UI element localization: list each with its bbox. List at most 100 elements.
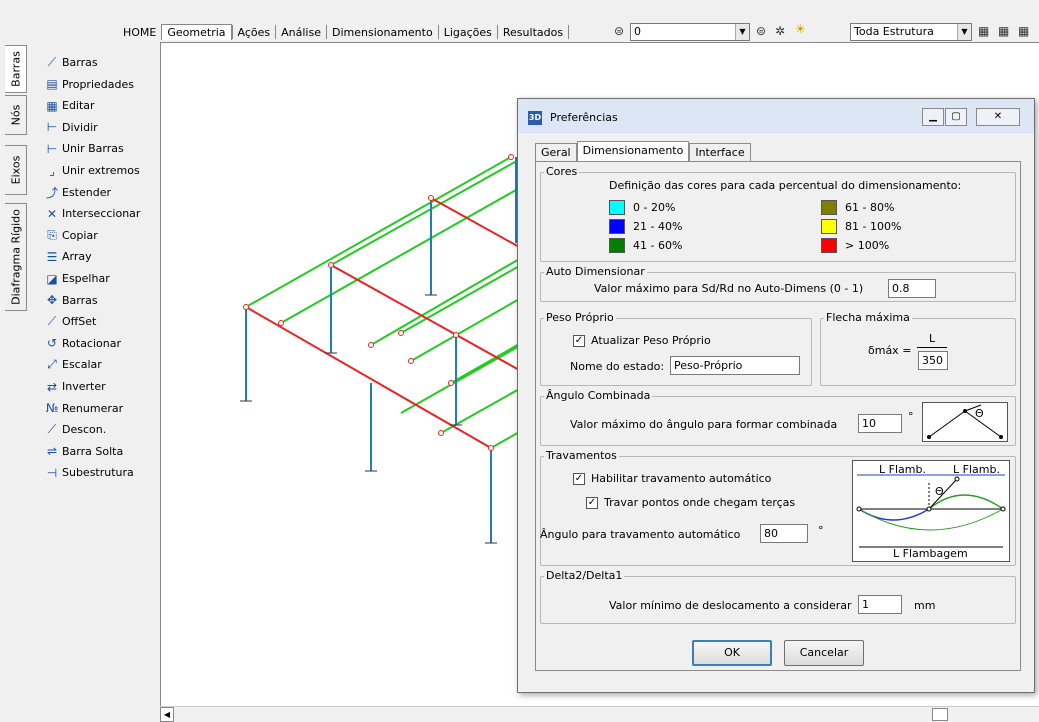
minimize-icon[interactable]: ▁ [922,108,944,126]
color-swatch[interactable] [609,200,625,215]
tool-label: Barras [62,293,98,307]
menu-geometria[interactable]: Geometria [161,24,232,40]
loose-bar-icon: ⇌ [46,444,58,459]
buckling-bottom-label: L Flambagem [893,547,968,560]
travar-tercas-checkbox[interactable]: ✓ [586,497,598,509]
dialog-titlebar[interactable]: 3D Preferências ▁ ▢ ✕ [518,99,1034,133]
tool-label: Barra Solta [62,444,124,458]
menu-resultados[interactable]: Resultados [498,26,568,39]
tool-item[interactable]: ⊣ Subestrutura [42,462,134,483]
tool-item[interactable]: ☰ Array [42,246,92,267]
maximize-icon[interactable]: ▢ [945,108,967,126]
fraction-numerator: L [929,332,936,345]
color-range-label: 81 - 100% [845,220,902,233]
menu-ligacoes[interactable]: Ligações [439,26,497,39]
cancel-button[interactable]: Cancelar [784,640,864,666]
side-tab-nos[interactable]: Nós [5,95,27,135]
tool-item[interactable]: ⊢ Dividir [42,117,98,138]
tool-item[interactable]: ⟋ Descon. [42,419,106,440]
side-tab-eixos[interactable]: Eixos [5,145,27,195]
menu-acoes[interactable]: Ações [233,26,276,39]
tool-item[interactable]: ⤴ Estender [42,182,111,203]
color-swatch[interactable] [821,238,837,253]
flecha-maxima-label: Flecha máxima [824,311,912,324]
tool-item[interactable]: ▤ Propriedades [42,74,134,95]
menu-separator [568,25,570,39]
color-swatch[interactable] [821,200,837,215]
angulo-max-input[interactable]: 10 [858,414,902,433]
tool-item[interactable]: ⇌ Barra Solta [42,441,123,462]
color-range-label: 21 - 40% [633,220,683,233]
layer-combo[interactable]: 0 ▼ [630,23,750,41]
layer-colors-icon[interactable]: ✲ [775,22,785,40]
tool-item[interactable]: ⤢ Escalar [42,354,102,375]
tool-item[interactable]: ◪ Espelhar [42,268,110,289]
tool-item[interactable]: ⇄ Inverter [42,376,106,397]
side-tab-barras[interactable]: Barras [5,45,27,93]
divide-icon: ⊢ [46,120,58,135]
horizontal-scrollbar[interactable]: ◀ [160,706,1039,722]
structure-combo[interactable]: Toda Estrutura ▼ [850,23,972,41]
angulo-figure: Θ [922,402,1008,442]
color-swatch[interactable] [821,219,837,234]
chevron-down-icon[interactable]: ▼ [957,24,971,40]
habilitar-travamento-checkbox[interactable]: ✓ [573,473,585,485]
travamento-angle-input[interactable]: 80 [760,524,808,543]
delta-min-label: Valor mínimo de deslocamento a considera… [609,599,852,612]
tool-label: Interseccionar [62,207,141,221]
move-bars-icon: ✥ [46,293,58,308]
tab-geral[interactable]: Geral [535,143,577,161]
chevron-down-icon[interactable]: ▼ [735,24,749,40]
menu-analise[interactable]: Análise [276,26,326,39]
view-structure-icon[interactable]: ▦ [998,22,1009,40]
tool-item[interactable]: ✥ Barras [42,290,98,311]
tool-item[interactable]: ⟋ OffSet [42,311,97,332]
flecha-denominator-input[interactable]: 350 [918,351,948,370]
side-tab-diafragma[interactable]: Diafragma Rígido [5,203,27,311]
menu-dimensionamento[interactable]: Dimensionamento [327,26,438,39]
auto-max-input[interactable]: 0.8 [888,279,936,298]
layer-manager-icon[interactable]: ⊜ [756,22,766,40]
travamento-angle-label: Ângulo para travamento automático [540,528,741,541]
array-icon: ☰ [46,249,58,264]
atualizar-peso-checkbox[interactable]: ✓ [573,335,585,347]
menu-home[interactable]: HOME [118,26,161,39]
tool-item[interactable]: ▦ Editar [42,95,95,116]
color-swatch[interactable] [609,238,625,253]
scroll-thumb[interactable] [932,708,948,721]
fraction-line [917,347,947,348]
cores-label: Cores [544,165,580,178]
tool-label: Unir Barras [62,142,124,156]
tool-item[interactable]: ⊢ Unir Barras [42,138,124,159]
preferences-dialog: 3D Preferências ▁ ▢ ✕ Geral Dimensioname… [517,98,1035,693]
tool-item[interactable]: № Renumerar [42,398,123,419]
scroll-left-icon[interactable]: ◀ [160,707,174,722]
tool-item[interactable]: ⌟ Unir extremos [42,160,140,181]
nome-estado-input[interactable]: Peso-Próprio [670,356,800,375]
color-swatch[interactable] [609,219,625,234]
delta-label: Delta2/Delta1 [544,569,625,582]
tool-label: Propriedades [62,77,134,91]
tool-item[interactable]: ↺ Rotacionar [42,333,121,354]
tool-item[interactable]: ⟋ Barras [42,52,98,73]
tool-item[interactable]: ✕ Interseccionar [42,203,140,224]
nodes [243,154,514,451]
buckling-left-label: L Flamb. [879,463,926,476]
view-structure-icon[interactable]: ▦ [978,22,989,40]
tool-label: Dividir [62,120,98,134]
cores-description: Definição das cores para cada percentual… [609,179,962,192]
peso-proprio-label: Peso Próprio [544,311,616,324]
layers-icon[interactable]: ⊜ [614,22,624,40]
view-structure-icon[interactable]: ▦ [1018,22,1029,40]
tab-interface[interactable]: Interface [689,143,751,161]
supports [240,294,497,544]
tool-label: Editar [62,99,95,113]
tool-item[interactable]: ⎘ Copiar [42,225,98,246]
ok-button[interactable]: OK [692,640,772,666]
delta-min-input[interactable]: 1 [858,595,902,614]
tab-dimensionamento[interactable]: Dimensionamento [576,141,690,161]
tool-label: Espelhar [62,272,110,285]
buckling-diagram [856,474,1006,548]
close-icon[interactable]: ✕ [976,108,1020,126]
light-all-icon[interactable]: ☀ [795,20,806,38]
